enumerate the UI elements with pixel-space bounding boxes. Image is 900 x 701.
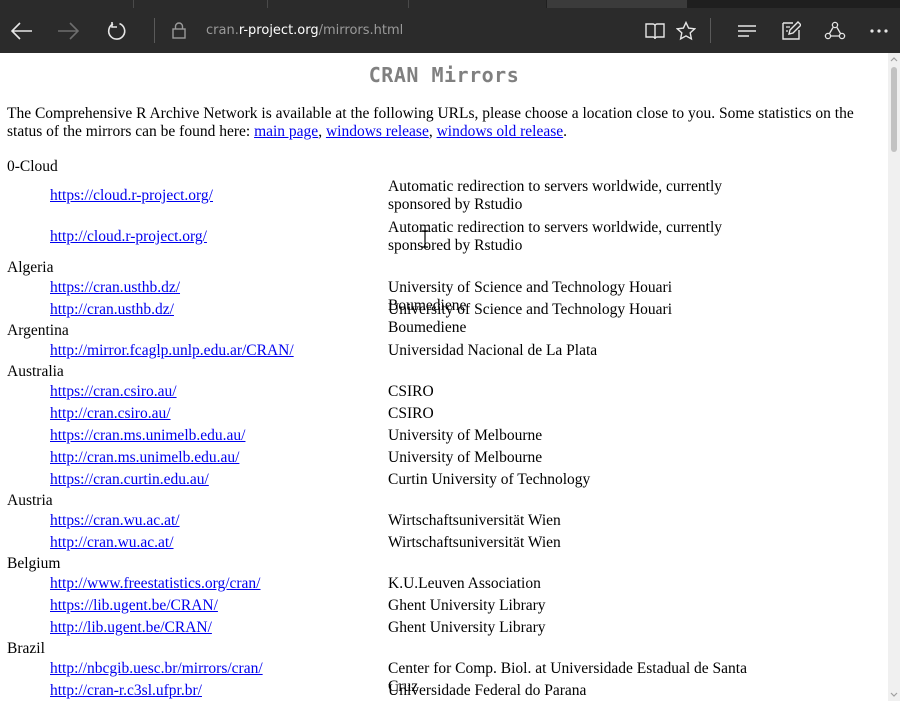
url-text[interactable]: cran.r-project.org/mirrors.html: [206, 23, 403, 38]
mirror-description: University of Melbourne: [388, 449, 543, 466]
mirror-link[interactable]: http://cran.wu.ac.at/: [50, 534, 174, 552]
lock-icon: [166, 22, 192, 39]
mirror-description: Ghent University Library: [388, 597, 546, 614]
mirror-list: 0-Cloud https://cloud.r-project.org/Autom…: [0, 157, 888, 701]
mirror-link[interactable]: https://cran.usthb.dz/: [50, 279, 180, 297]
mirror-link[interactable]: http://cloud.r-project.org/: [50, 228, 207, 246]
refresh-icon: [107, 21, 126, 40]
country-heading: Austria: [7, 492, 53, 509]
scrollbar-thumb[interactable]: [891, 67, 897, 152]
mirror-link[interactable]: https://cran.curtin.edu.au/: [50, 471, 209, 489]
mirror-row: https://lib.ugent.be/CRAN/Ghent Universi…: [0, 595, 888, 617]
web-note-button[interactable]: [769, 8, 813, 53]
mirror-description: Automatic redirection to servers worldwi…: [388, 219, 722, 254]
refresh-button[interactable]: [95, 8, 139, 53]
mirror-link[interactable]: https://cloud.r-project.org/: [50, 187, 213, 205]
main-page-link[interactable]: main page: [254, 123, 318, 140]
browser-toolbar: cran.r-project.org/mirrors.html: [0, 8, 900, 53]
country-heading: Argentina: [7, 322, 69, 339]
mirror-link[interactable]: http://cran.ms.unimelb.edu.au/: [50, 449, 239, 467]
pen-note-icon: [782, 20, 801, 40]
mirror-description: Curtin University of Technology: [388, 471, 591, 488]
back-arrow-icon: [11, 21, 32, 40]
mirror-row: http://cran.csiro.au/CSIRO: [0, 403, 888, 425]
star-icon: [676, 20, 696, 40]
mirror-description: Universidad Nacional de La Plata: [388, 342, 598, 359]
more-button[interactable]: [857, 8, 900, 53]
mirror-row: https://cran.csiro.au/CSIRO: [0, 381, 888, 403]
mirror-description: Automatic redirection to servers worldwi…: [388, 178, 722, 213]
mirror-description: Wirtschaftsuniversität Wien: [388, 534, 561, 551]
hub-button[interactable]: [725, 8, 769, 53]
country-heading: Australia: [7, 363, 64, 380]
mirror-row: http://cran.usthb.dz/University of Scien…: [0, 299, 888, 336]
mirror-link[interactable]: http://mirror.fcaglp.unlp.edu.ar/CRAN/: [50, 342, 294, 360]
mirror-row: https://cran.wu.ac.at/Wirtschaftsunivers…: [0, 510, 888, 532]
mirror-description: Wirtschaftsuniversität Wien: [388, 512, 561, 529]
hub-lines-icon: [738, 24, 756, 37]
mirror-description: University of Melbourne: [388, 427, 543, 444]
tab[interactable]: [0, 0, 133, 8]
mirror-description: K.U.Leuven Association: [388, 575, 541, 592]
country-heading: 0-Cloud: [7, 158, 58, 175]
mirror-row: http://lib.ugent.be/CRAN/Ghent Universit…: [0, 617, 888, 639]
mirror-link[interactable]: https://cran.csiro.au/: [50, 383, 177, 401]
text-cursor-icon: [422, 230, 428, 248]
country-heading: Brazil: [7, 640, 45, 657]
mirror-row: https://cran.curtin.edu.au/Curtin Univer…: [0, 469, 888, 491]
favorite-button[interactable]: [664, 8, 708, 53]
mirror-link[interactable]: https://cran.ms.unimelb.edu.au/: [50, 427, 245, 445]
share-icon: [824, 21, 846, 39]
book-icon: [645, 22, 665, 39]
page-content: CRAN Mirrors The Comprehensive R Archive…: [0, 53, 888, 701]
back-button[interactable]: [0, 8, 44, 53]
mirror-row: https://cran.ms.unimelb.edu.au/Universit…: [0, 425, 888, 447]
country-heading: Algeria: [7, 259, 54, 276]
country-heading: Belgium: [7, 555, 61, 572]
mirror-description: CSIRO: [388, 405, 434, 422]
scroll-up-icon[interactable]: [890, 55, 898, 63]
mirror-description: CSIRO: [388, 383, 434, 400]
windows-old-release-link[interactable]: windows old release: [437, 123, 564, 140]
tab-active[interactable]: [547, 0, 687, 8]
mirror-row: http://cran-r.c3sl.ufpr.br/Universidade …: [0, 680, 888, 701]
windows-release-link[interactable]: windows release: [326, 123, 429, 140]
mirror-link[interactable]: https://lib.ugent.be/CRAN/: [50, 597, 218, 615]
mirror-link[interactable]: http://nbcgib.uesc.br/mirrors/cran/: [50, 660, 263, 678]
tab[interactable]: [134, 0, 267, 8]
mirror-row: http://nbcgib.uesc.br/mirrors/cran/Cente…: [0, 658, 888, 695]
mirror-row: http://cran.ms.unimelb.edu.au/University…: [0, 447, 888, 469]
mirror-description: Universidade Federal do Parana: [388, 682, 587, 699]
tab[interactable]: [268, 0, 408, 8]
mirror-link[interactable]: http://cran.csiro.au/: [50, 405, 171, 423]
mirror-row: http://cloud.r-project.org/Automatic red…: [0, 217, 888, 258]
mirror-link[interactable]: http://cran.usthb.dz/: [50, 301, 174, 319]
address-bar[interactable]: cran.r-project.org/mirrors.html: [160, 8, 630, 53]
mirror-description: Ghent University Library: [388, 619, 546, 636]
mirror-row: https://cran.usthb.dz/University of Scie…: [0, 277, 888, 314]
mirror-row: https://cloud.r-project.org/Automatic re…: [0, 176, 888, 217]
tab-strip: [0, 0, 900, 8]
tab[interactable]: [409, 0, 546, 8]
mirror-link[interactable]: http://cran-r.c3sl.ufpr.br/: [50, 682, 202, 700]
more-dots-icon: [870, 28, 888, 33]
mirror-row: http://mirror.fcaglp.unlp.edu.ar/CRAN/Un…: [0, 340, 888, 362]
mirror-link[interactable]: https://cran.wu.ac.at/: [50, 512, 180, 530]
forward-arrow-icon: [58, 21, 79, 40]
forward-button[interactable]: [46, 8, 90, 53]
share-button[interactable]: [813, 8, 857, 53]
mirror-row: http://cran.wu.ac.at/Wirtschaftsuniversi…: [0, 532, 888, 554]
intro-paragraph: The Comprehensive R Archive Network is a…: [7, 105, 854, 140]
mirror-link[interactable]: http://lib.ugent.be/CRAN/: [50, 619, 212, 637]
scroll-down-icon[interactable]: [890, 691, 898, 699]
vertical-scrollbar[interactable]: [888, 53, 900, 701]
mirror-row: http://www.freestatistics.org/cran/K.U.L…: [0, 573, 888, 595]
page-title: CRAN Mirrors: [368, 63, 520, 87]
mirror-link[interactable]: http://www.freestatistics.org/cran/: [50, 575, 261, 593]
